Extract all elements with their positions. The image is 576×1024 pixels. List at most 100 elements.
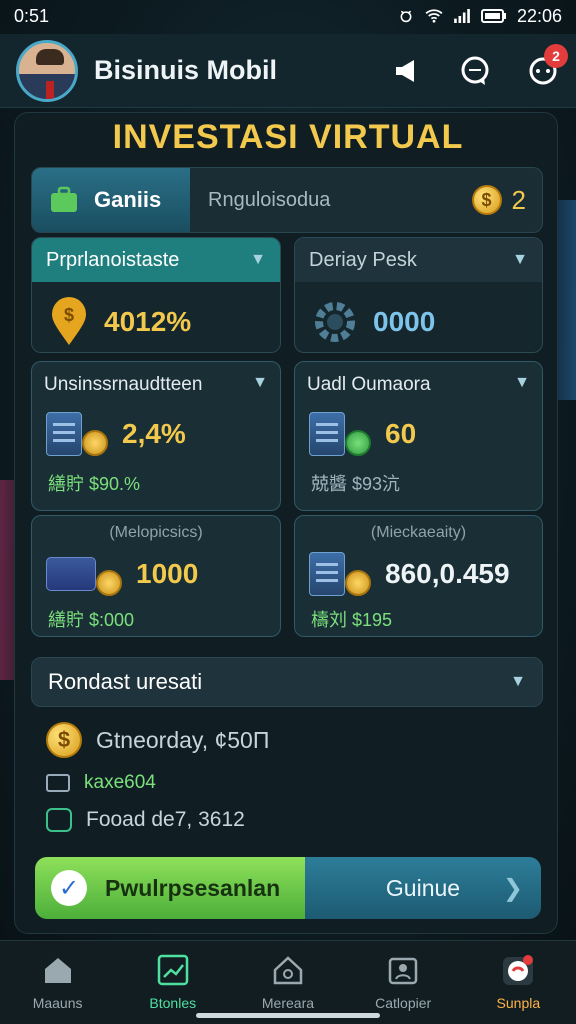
card-value: 60 [385, 418, 417, 449]
card-title: Prprlanoistaste [46, 248, 180, 271]
chart-icon [157, 954, 189, 986]
list-item-text: Gtneorday, ¢50Π [96, 726, 270, 753]
status-time-right: 22:06 [516, 5, 562, 26]
document-icon [309, 552, 345, 596]
card-subtitle: (Melopicsics) [109, 524, 203, 541]
card-value: 0000 [373, 306, 436, 337]
chevron-down-icon[interactable]: ▼ [250, 251, 266, 269]
chat-button[interactable] [458, 54, 492, 88]
grid-card-3[interactable]: (Melopicsics) 1000 繕貯 $:000 [31, 515, 281, 637]
chevron-down-icon[interactable]: ▼ [512, 251, 528, 269]
continue-label: Guinue [385, 874, 461, 901]
home-icon [44, 958, 71, 983]
battery-icon [480, 9, 506, 23]
bottom-nav: Maauns Btonles Mereara Catlopier Sunpla [0, 940, 576, 1024]
primary-action-label: Pwulrpsesanlan [105, 874, 281, 901]
tab-active[interactable]: Ganiis [32, 168, 190, 232]
coin-icon: $ [471, 185, 502, 215]
card-value: 860,0.459 [385, 558, 510, 589]
credit-card-icon [46, 557, 96, 591]
coin-icon: $ [46, 722, 82, 758]
grid-card-2[interactable]: Uadl Oumaora ▼ 60 兢醬 $93沆 [294, 361, 543, 511]
tab-secondary[interactable]: Rnguloisodua [190, 168, 472, 232]
card-title: Uadl Oumaora [307, 374, 431, 395]
card-subvalue: 繕貯 $:000 [48, 610, 135, 630]
card-value: 4012% [104, 306, 192, 337]
grid-card-4[interactable]: (Mieckaeaity) 860,0.459 檮刘 $195 [294, 515, 543, 637]
action-buttons: ✓ Pwulrpsesanlan Guinue ❯ [35, 857, 541, 919]
document-icon [46, 412, 82, 456]
list-item-text: Fooad de7, 3612 [86, 808, 245, 831]
nav-label: Mereara [261, 995, 315, 1011]
card-daily[interactable]: Deriay Pesk ▼ 0000 [294, 237, 543, 353]
page-title: INVESTASI VIRTUAL [112, 118, 464, 156]
app-title: Bisinuis Mobil [94, 55, 278, 85]
card-performance[interactable]: Prprlanoistaste ▼ $ 4012% [31, 237, 281, 353]
nav-item-catalog[interactable]: Catlopier [353, 953, 453, 1011]
card-title: Deriay Pesk [309, 248, 417, 271]
list-item[interactable]: Fooad de7, 3612 [46, 808, 526, 832]
tab-active-label: Ganiis [94, 187, 162, 212]
location-coin-icon: $ [52, 297, 86, 345]
card-subvalue: 檮刘 $195 [311, 610, 393, 630]
list-item[interactable]: kaxe604 [46, 772, 526, 794]
signal-icon [454, 9, 470, 23]
home-indicator [196, 1013, 380, 1018]
chevron-down-icon[interactable]: ▼ [252, 374, 268, 396]
receipt-icon [46, 808, 72, 832]
list-item-text: kaxe604 [84, 772, 156, 793]
check-icon: ✓ [51, 870, 87, 906]
profile-card-icon [388, 957, 418, 985]
nav-item-portfolio[interactable]: Btonles [123, 953, 223, 1011]
primary-action-button[interactable]: ✓ Pwulrpsesanlan [35, 857, 305, 919]
svg-text:$: $ [64, 305, 74, 325]
tab-bar: Ganiis Rnguloisodua $ 2 [31, 167, 543, 233]
continue-button[interactable]: Guinue ❯ [305, 857, 541, 919]
chevron-down-icon[interactable]: ▼ [514, 374, 530, 396]
briefcase-icon [51, 186, 77, 212]
card-header: Deriay Pesk ▼ [295, 238, 542, 282]
coin-balance: $ 2 [471, 168, 542, 232]
nav-item-home[interactable]: Maauns [8, 953, 108, 1011]
transaction-list: $ Gtneorday, ¢50Π kaxe604 Fooad de7, 361… [46, 722, 526, 846]
card-title: Unsinssrnaudtteen [44, 374, 203, 395]
card-header: Prprlanoistaste ▼ [32, 238, 280, 282]
coin-stack-icon [96, 570, 122, 596]
coin-count: 2 [511, 184, 526, 215]
gear-icon [315, 302, 355, 342]
announcement-button[interactable] [390, 54, 424, 88]
avatar[interactable] [16, 39, 78, 102]
grid-card-1[interactable]: Unsinssrnaudtteen ▼ 2,4% 繕貯 $90.% [31, 361, 281, 511]
megaphone-icon [396, 59, 414, 82]
card-value: 1000 [136, 558, 199, 589]
chat-alert-icon [503, 955, 534, 985]
wifi-icon [425, 9, 443, 23]
document-check-icon [309, 412, 345, 456]
nav-item-market[interactable]: Mereara [238, 953, 338, 1011]
coin-stack-icon [345, 570, 371, 596]
chat-bubble-icon [461, 56, 489, 85]
coin-stack-icon [82, 430, 108, 456]
card-subtitle: (Mieckaeaity) [370, 524, 467, 541]
checkmark-icon [345, 430, 371, 456]
house-outline-icon [273, 956, 303, 985]
card-value: 2,4% [122, 418, 186, 449]
nav-item-support[interactable]: Sunpla [468, 953, 568, 1011]
app-header: Bisinuis Mobil 2 [0, 34, 576, 108]
nav-label: Catlopier [375, 995, 432, 1011]
section-header[interactable]: Rondast uresati ▼ [31, 657, 543, 707]
status-time-left: 0:51 [14, 5, 50, 26]
wallet-icon [46, 774, 70, 792]
nav-label: Sunpla [496, 995, 541, 1011]
nav-label: Maauns [32, 995, 83, 1011]
chevron-down-icon[interactable]: ▼ [510, 673, 526, 691]
nav-label: Btonles [149, 995, 197, 1011]
list-item[interactable]: $ Gtneorday, ¢50Π [46, 722, 526, 758]
card-subvalue: 兢醬 $93沆 [311, 474, 401, 494]
tab-secondary-label: Rnguloisodua [208, 188, 331, 211]
status-icons: 22:06 [397, 6, 562, 27]
alarm-icon [400, 10, 412, 23]
notification-badge: 2 [544, 43, 568, 68]
status-bar: 0:51 22:06 [0, 0, 576, 32]
support-button[interactable]: 2 [526, 43, 568, 88]
